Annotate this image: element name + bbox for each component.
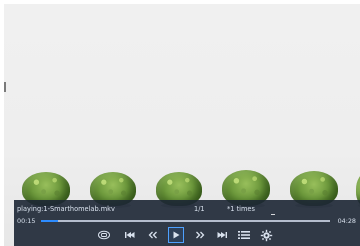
rewind-button[interactable] — [145, 227, 161, 243]
time-row: 00:15 04:28 — [17, 216, 356, 226]
video-viewport: playing:1-Smarthomelab.mkv 1/1 *1 times … — [4, 4, 360, 246]
next-track-icon — [216, 230, 228, 240]
info-row: playing:1-Smarthomelab.mkv 1/1 *1 times — [17, 203, 342, 215]
fast-forward-icon — [194, 230, 206, 240]
elapsed-time: 00:15 — [17, 217, 36, 225]
playlist-icon — [237, 229, 251, 241]
play-button[interactable] — [168, 227, 184, 243]
cursor-mark — [271, 214, 275, 215]
rewind-icon — [147, 230, 159, 240]
playback-controls — [14, 227, 360, 243]
fast-forward-button[interactable] — [192, 227, 208, 243]
repeat-count: *1 times — [227, 205, 255, 213]
track-index: 1/1 — [194, 205, 205, 213]
player-control-bar: playing:1-Smarthomelab.mkv 1/1 *1 times … — [14, 200, 360, 246]
now-playing-label: playing:1-Smarthomelab.mkv — [17, 205, 115, 213]
edge-marker — [4, 82, 6, 92]
subtitle-icon — [97, 229, 111, 241]
total-duration: 04:28 — [337, 217, 356, 225]
next-track-button[interactable] — [214, 227, 230, 243]
settings-button[interactable] — [258, 227, 274, 243]
play-icon — [171, 230, 181, 240]
seek-progress — [41, 220, 59, 222]
subtitle-button[interactable] — [96, 227, 112, 243]
seek-bar[interactable] — [41, 220, 330, 222]
settings-gear-icon — [260, 229, 273, 242]
previous-track-icon — [124, 230, 136, 240]
playlist-button[interactable] — [236, 227, 252, 243]
previous-track-button[interactable] — [122, 227, 138, 243]
